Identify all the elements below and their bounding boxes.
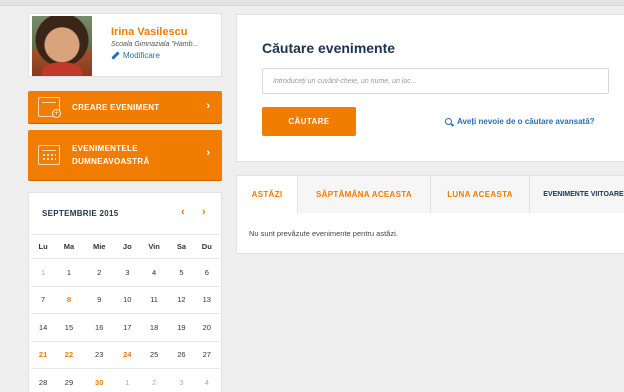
calendar-day[interactable]: 28 [31,368,56,392]
create-event-button[interactable]: + CREARE EVENIMENT › [28,91,222,123]
profile-school: Scoala Gimnaziala "Hamb... [111,41,199,48]
calendar-day[interactable]: 8 [55,286,83,314]
weekday-header: Sa [169,234,194,259]
calendar-day[interactable]: 25 [138,341,170,369]
advanced-search-link[interactable]: Aveți nevoie de o căutare avansată? [445,117,595,126]
events-tabs: ASTĂZI SĂPTĂMÂNA ACEASTA LUNA ACEASTA EV… [237,176,624,214]
avatar[interactable] [32,16,92,76]
weekday-header: Mie [82,234,116,259]
calendar-day[interactable]: 10 [115,286,139,314]
profile-card: Irina Vasilescu Scoala Gimnaziala "Hamb.… [28,13,222,77]
calendar-day[interactable]: 27 [193,341,220,369]
calendar-day[interactable]: 16 [82,313,116,342]
tab-this-month[interactable]: LUNA ACEASTA [431,176,530,213]
calendar-day[interactable]: 21 [31,341,56,369]
calendar-day[interactable]: 11 [138,286,170,314]
tab-upcoming[interactable]: EVENIMENTE VIITOARE [530,176,624,213]
calendar-week: 7 8 9 10 11 12 13 [31,286,220,314]
calendar-day[interactable]: 17 [115,313,139,342]
calendar-grid-icon [38,145,60,165]
calendar-day[interactable]: 23 [82,341,116,369]
weekday-header: Vin [138,234,170,259]
weekday-header: Jo [115,234,139,259]
calendar-week: 14 15 16 17 18 19 20 [31,313,220,342]
calendar-day[interactable]: 30 [82,368,116,392]
search-input[interactable]: Introduceți un cuvânt-cheie, un nume, un… [262,68,609,94]
calendar-day[interactable]: 20 [193,313,220,342]
calendar-day[interactable]: 9 [82,286,116,314]
calendar-day[interactable]: 4 [193,368,220,392]
search-panel: Căutare evenimente Introduceți un cuvânt… [236,14,624,162]
search-button[interactable]: CĂUTARE [262,107,356,136]
calendar-week: 28 29 30 1 2 3 4 [31,368,220,392]
calendar-day[interactable]: 3 [169,368,194,392]
calendar-day[interactable]: 24 [115,341,139,369]
calendar-week: 1123456 [31,258,220,287]
pencil-icon [111,51,120,60]
calendar-day[interactable]: 13 [193,286,220,314]
tab-today[interactable]: ASTĂZI [237,176,298,214]
calendar-day[interactable]: 1 [55,258,83,287]
mini-calendar: SEPTEMBRIE 2015 ‹ › Lu Ma Mie Jo Vin Sa Du 112… [28,192,222,392]
modify-label: Modificare [123,51,160,60]
calendar-day[interactable]: 26 [169,341,194,369]
tab-this-week[interactable]: SĂPTĂMÂNA ACEASTA [298,176,431,213]
my-events-label-line1: EVENIMENTELE [72,144,138,153]
weekday-header: Du [193,234,220,259]
calendar-day[interactable]: 4 [138,258,170,287]
calendar-grid: Lu Ma Mie Jo Vin Sa Du 1 1 2 3 4 5 6 7 8 9 10 11 12 13 14 15 1… [31,234,220,392]
calendar-day[interactable]: 2 [138,368,170,392]
my-events-label: EVENIMENTELE DUMNEAVOASTRĂ [72,142,150,168]
weekday-header: Ma [55,234,83,259]
calendar-day[interactable]: 22 [55,341,83,369]
calendar-week: 21 22 23 24 25 26 27 [31,341,220,369]
calendar-prev-button[interactable]: ‹ [181,206,185,218]
calendar-day[interactable]: 6 [193,258,220,287]
events-panel: ASTĂZI SĂPTĂMÂNA ACEASTA LUNA ACEASTA EV… [236,175,624,254]
calendar-day[interactable]: 5 [169,258,194,287]
calendar-month-label: SEPTEMBRIE 2015 [42,209,119,218]
calendar-next-button[interactable]: › [202,206,206,218]
profile-name: Irina Vasilescu [111,26,188,38]
search-title: Căutare evenimente [262,40,396,56]
advanced-search-label: Aveți nevoie de o căutare avansată? [457,117,595,126]
calendar-add-icon: + [38,97,61,118]
calendar-day[interactable]: 19 [169,313,194,342]
calendar-day[interactable]: 18 [138,313,170,342]
calendar-day[interactable]: 15 [55,313,83,342]
calendar-day[interactable]: 1 [115,368,139,392]
search-icon [445,117,453,126]
top-bar [0,0,624,6]
calendar-day[interactable]: 7 [31,286,56,314]
chevron-right-icon: › [206,147,210,159]
my-events-button[interactable]: EVENIMENTELE DUMNEAVOASTRĂ › [28,130,222,180]
calendar-day[interactable]: 3 [115,258,139,287]
create-event-label: CREARE EVENIMENT [72,103,160,112]
modify-profile-link[interactable]: Modificare [111,51,160,60]
my-events-label-line2: DUMNEAVOASTRĂ [72,157,150,166]
weekday-header: Lu [31,234,56,259]
calendar-day[interactable]: 1 [31,258,56,287]
calendar-day[interactable]: 2 [82,258,116,287]
no-events-message: Nu sunt prevăzute evenimente pentru astă… [249,229,398,238]
calendar-day[interactable]: 29 [55,368,83,392]
calendar-day[interactable]: 14 [31,313,56,342]
calendar-day[interactable]: 12 [169,286,194,314]
chevron-right-icon: › [206,100,210,112]
